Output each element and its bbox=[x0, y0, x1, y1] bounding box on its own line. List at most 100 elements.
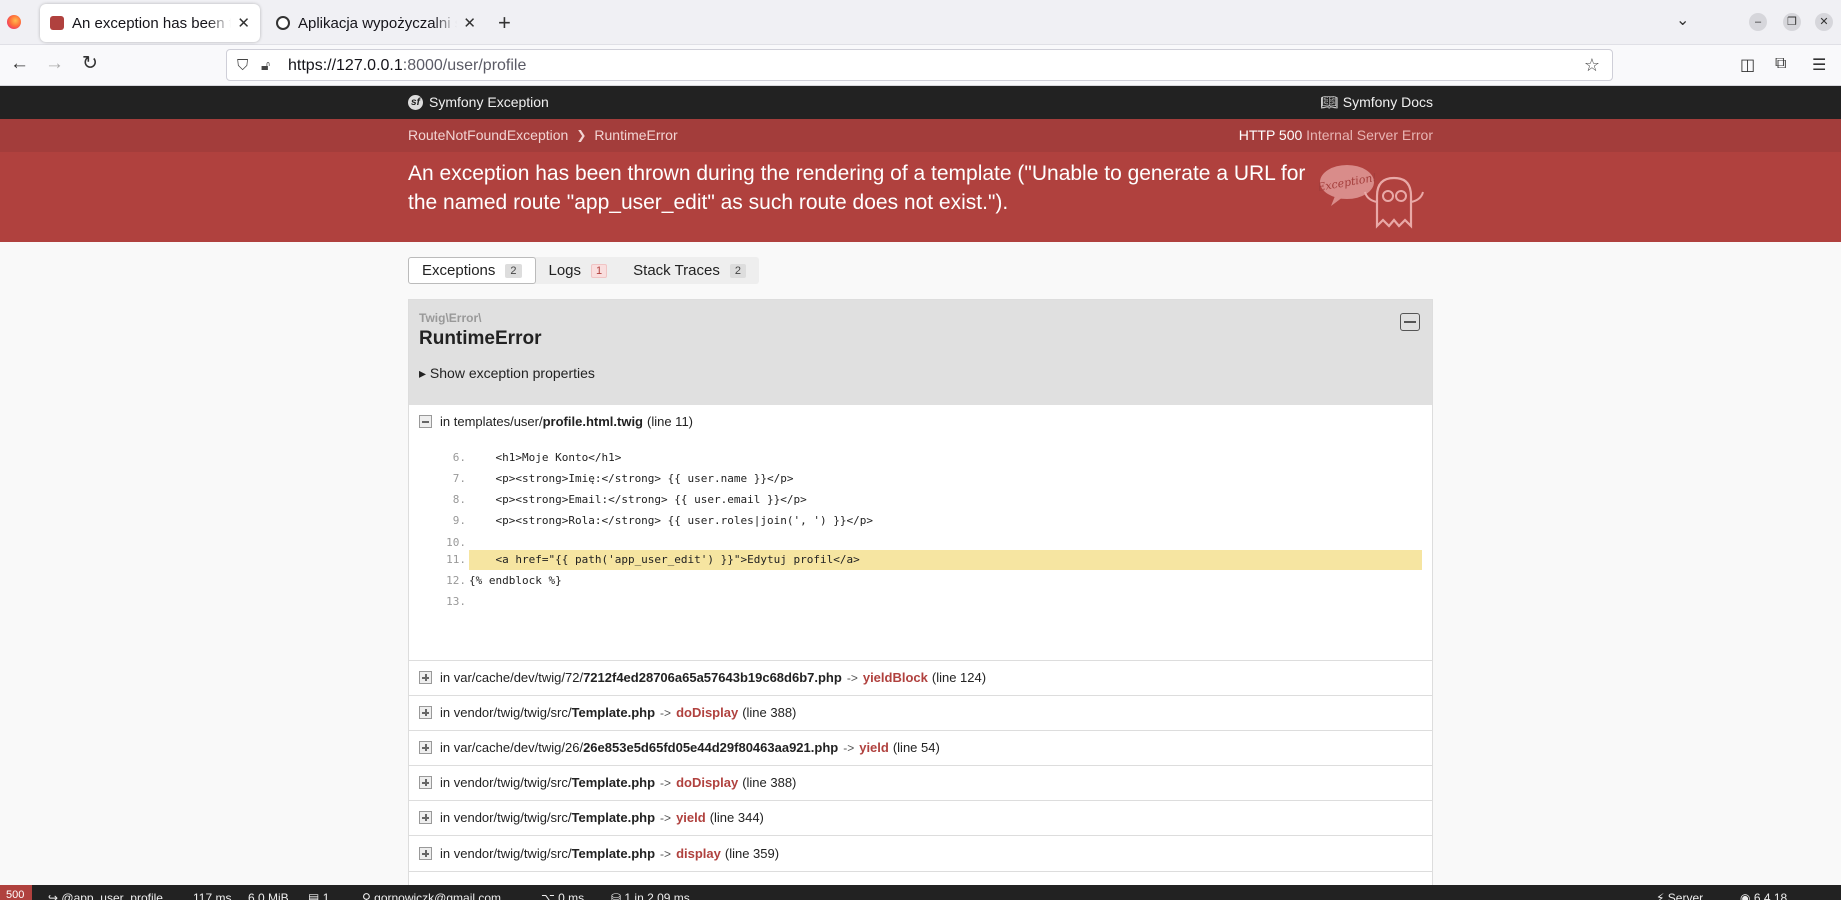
breadcrumb-item[interactable]: RuntimeError bbox=[594, 127, 677, 143]
collapse-icon[interactable] bbox=[1400, 313, 1420, 331]
trace-line-number: (line 388) bbox=[742, 775, 797, 790]
code-line-number: 13. bbox=[446, 595, 466, 608]
url-bar[interactable]: ⛉ 🔓︎ https://127.0.0.1:8000/user/profile… bbox=[226, 49, 1613, 81]
server-item[interactable]: ⚡ Server bbox=[1656, 891, 1703, 900]
close-tab-icon[interactable]: ✕ bbox=[237, 14, 250, 32]
trace-item: in vendor/twig/twig/src/Template.php -> do… bbox=[409, 766, 1432, 801]
code-line: 8. <p><strong>Email:</strong> {{ user.em… bbox=[409, 490, 1432, 510]
trace-line[interactable]: in var/cache/dev/twig/26/26e853e5d65fd05… bbox=[419, 740, 940, 755]
http-status: HTTP 500 Internal Server Error bbox=[1238, 127, 1433, 143]
restore-icon[interactable]: ❐ bbox=[1783, 13, 1801, 31]
breadcrumb-item[interactable]: RouteNotFoundException bbox=[408, 127, 568, 143]
plus-icon[interactable] bbox=[419, 776, 432, 789]
code-line-number: 7. bbox=[452, 472, 466, 485]
symfony-logo-icon: ◉ bbox=[1740, 891, 1751, 900]
symfony-ghost-favicon-icon bbox=[50, 16, 64, 30]
code-line-source: <p><strong>Email:</strong> {{ user.email… bbox=[469, 493, 807, 506]
trace-function: doDisplay bbox=[676, 705, 739, 720]
code-line-number: 9. bbox=[452, 514, 466, 527]
cache-item[interactable]: ⌥ 0 ms bbox=[541, 891, 584, 900]
user-item[interactable]: ⚲ gornowiczk@gmail.com bbox=[362, 891, 501, 900]
url-text[interactable]: https://127.0.0.1:8000/user/profile bbox=[288, 57, 526, 75]
arrow-icon: -> bbox=[660, 775, 672, 790]
code-line-source: <h1>Moje Konto</h1> bbox=[469, 451, 622, 464]
reload-icon[interactable]: ↻ bbox=[82, 54, 98, 74]
forward-icon[interactable]: → bbox=[45, 54, 64, 74]
trace-file: in var/cache/dev/twig/26/26e853e5d65fd05… bbox=[440, 740, 839, 755]
version-item[interactable]: ◉ 6.4.18 bbox=[1740, 891, 1787, 900]
time-item[interactable]: 117 ms bbox=[193, 891, 231, 900]
minimize-icon[interactable]: – bbox=[1749, 13, 1767, 31]
arrow-icon: -> bbox=[846, 670, 858, 685]
firefox-icon[interactable] bbox=[7, 15, 21, 29]
tab-stack-traces[interactable]: Stack Traces 2 bbox=[620, 257, 759, 284]
memory-item[interactable]: 6.0 MiB bbox=[248, 891, 289, 900]
arrow-icon: -> bbox=[660, 846, 672, 861]
trace-function: yieldBlock bbox=[862, 670, 928, 685]
tab-exception[interactable]: An exception has been thrown ✕ bbox=[40, 4, 260, 42]
shield-icon[interactable]: ⛉ bbox=[237, 57, 248, 74]
plus-icon[interactable] bbox=[419, 811, 432, 824]
lock-icon[interactable]: 🔓︎ bbox=[261, 57, 270, 74]
menu-icon[interactable]: ☰ bbox=[1812, 55, 1826, 75]
browser-tab-bar: An exception has been thrown ✕ Aplikacja… bbox=[0, 0, 1841, 45]
tab-exceptions[interactable]: Exceptions 2 bbox=[408, 257, 536, 284]
code-line-number: 11. bbox=[446, 553, 466, 566]
tab-logs[interactable]: Logs 1 bbox=[536, 257, 621, 284]
user-icon: ⚲ bbox=[362, 891, 371, 900]
tab-aplikacja[interactable]: Aplikacja wypożyczalni sa ✕ bbox=[266, 4, 486, 42]
back-icon[interactable]: ← bbox=[10, 54, 29, 74]
count-badge: 1 bbox=[591, 263, 608, 278]
breadcrumb-band bbox=[0, 119, 1841, 152]
pocket-icon[interactable]: ◫ bbox=[1740, 55, 1755, 75]
trace-file: in vendor/twig/twig/src/Template.php bbox=[440, 705, 656, 720]
code-line-number: 6. bbox=[452, 451, 466, 464]
symfony-logo-icon: sf bbox=[408, 94, 423, 110]
symfony-docs-link[interactable]: 📖︎ Symfony Docs bbox=[1320, 94, 1433, 111]
code-line: 11. <a href="{{ path('app_user_edit') }}… bbox=[409, 550, 1432, 570]
trace-line[interactable]: in var/cache/dev/twig/72/7212f4ed28706a6… bbox=[419, 670, 986, 685]
trace-file: in var/cache/dev/twig/72/7212f4ed28706a6… bbox=[440, 670, 842, 685]
plus-icon[interactable] bbox=[419, 847, 432, 860]
plus-icon[interactable] bbox=[419, 706, 432, 719]
minus-icon[interactable] bbox=[419, 415, 432, 428]
server-icon: ⚡ bbox=[1656, 891, 1665, 900]
trace-item: in vendor/twig/twig/src/Template.php -> di… bbox=[409, 837, 1432, 872]
trace-line[interactable]: in vendor/twig/twig/src/Template.php -> do… bbox=[419, 705, 796, 720]
exception-tabs: Exceptions 2 Logs 1 Stack Traces 2 bbox=[408, 257, 759, 284]
tab-label: An exception has been thrown bbox=[72, 14, 232, 32]
logs-item[interactable]: ▤ 1 bbox=[308, 891, 329, 900]
plus-icon[interactable] bbox=[419, 741, 432, 754]
trace-function: yield bbox=[859, 740, 889, 755]
trace-line[interactable]: in vendor/twig/twig/src/Template.php -> di… bbox=[419, 846, 779, 861]
ghost-illustration: Exception! bbox=[1319, 165, 1424, 229]
new-tab-icon[interactable]: + bbox=[498, 10, 511, 36]
db-item[interactable]: ⛁ 1 in 2.09 ms bbox=[611, 891, 690, 900]
tab-list-chevron-icon[interactable]: ⌄ bbox=[1676, 10, 1689, 30]
route-item[interactable]: ↪ @app_user_profile bbox=[48, 891, 163, 900]
code-line: 9. <p><strong>Rola:</strong> {{ user.rol… bbox=[409, 511, 1432, 531]
extensions-icon[interactable]: ⧉ bbox=[1775, 55, 1786, 73]
exception-panel-header: Twig\Error\ RuntimeError ▸ Show exceptio… bbox=[409, 300, 1432, 405]
trace-item: in vendor/twig/twig/src/Template.php -> do… bbox=[409, 696, 1432, 731]
plus-icon[interactable] bbox=[419, 671, 432, 684]
code-line-number: 12. bbox=[446, 574, 466, 587]
trace-line[interactable]: in vendor/twig/twig/src/Template.php -> yi… bbox=[419, 810, 764, 825]
code-line-source bbox=[469, 592, 1422, 612]
code-line-source: <p><strong>Rola:</strong> {{ user.roles|… bbox=[469, 514, 873, 527]
trace-function: display bbox=[676, 846, 721, 861]
code-line-source: <p><strong>Imię:</strong> {{ user.name }… bbox=[469, 472, 794, 485]
code-line: 13. bbox=[409, 592, 1432, 612]
window-close-icon[interactable]: ✕ bbox=[1815, 13, 1833, 31]
trace-line[interactable]: in vendor/twig/twig/src/Template.php -> do… bbox=[419, 775, 796, 790]
show-properties-toggle[interactable]: ▸ Show exception properties bbox=[419, 365, 595, 382]
bookmark-star-icon[interactable]: ☆ bbox=[1584, 55, 1600, 76]
close-tab-icon[interactable]: ✕ bbox=[463, 14, 476, 32]
arrow-icon: -> bbox=[660, 705, 672, 720]
trace-file: in vendor/twig/twig/src/Template.php bbox=[440, 775, 656, 790]
code-line: 7. <p><strong>Imię:</strong> {{ user.nam… bbox=[409, 469, 1432, 489]
cache-icon: ⌥ bbox=[541, 891, 555, 900]
trace-line[interactable]: in templates/user/profile.html.twig (lin… bbox=[419, 414, 693, 429]
status-badge[interactable]: 500 bbox=[0, 885, 32, 900]
trace-item-expanded: in templates/user/profile.html.twig (lin… bbox=[409, 405, 1432, 661]
